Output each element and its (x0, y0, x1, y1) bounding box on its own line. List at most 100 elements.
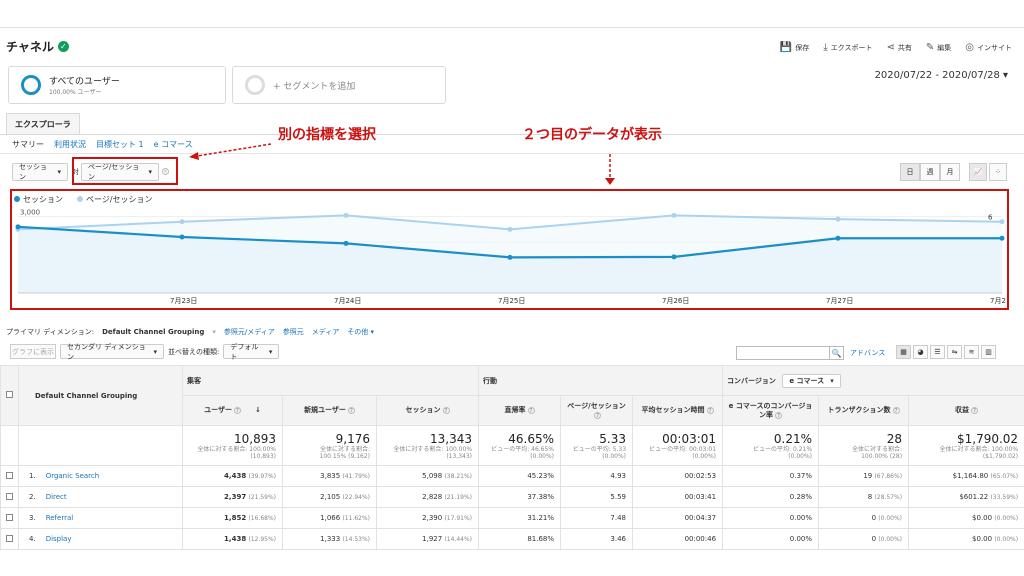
sessions-point[interactable] (343, 240, 349, 246)
channel-link[interactable]: Referral (46, 514, 74, 522)
metric-value: 0 (871, 514, 877, 522)
toolbar-save-button[interactable]: 💾 保存 (780, 42, 809, 53)
secondary-dimension-dropdown[interactable]: セカンダリ ディメンション ▾ (60, 343, 164, 361)
column-header-3[interactable]: 直帰率? (478, 395, 562, 426)
help-icon[interactable]: ? (234, 407, 241, 414)
pps-point[interactable] (343, 212, 349, 218)
metric-cell: 5,098 (38.21%) (375, 465, 480, 487)
tab-explorer[interactable]: エクスプローラ (6, 113, 80, 135)
toolbar-insight-button[interactable]: ◎ インサイト (965, 42, 1012, 53)
row-checkbox-cell (0, 486, 19, 508)
channel-link[interactable]: Display (46, 535, 72, 543)
pivot-view-icon[interactable]: ▥ (981, 345, 996, 359)
x-tick: 7月24日 (334, 297, 361, 305)
metric2-dropdown[interactable]: ページ/セッション ▾ (81, 163, 159, 181)
remove-metric-icon[interactable]: × (162, 168, 169, 175)
pps-point[interactable] (835, 216, 841, 222)
comparison-view-icon[interactable]: ⇋ (947, 345, 962, 359)
metric-cell: 3.46 (560, 528, 634, 550)
dimension-source[interactable]: 参照元 (283, 327, 304, 337)
toolbar-share-button[interactable]: ⋖ 共有 (886, 42, 911, 53)
column-header-label: ユーザー (204, 406, 232, 414)
channel-link[interactable]: Organic Search (46, 472, 100, 480)
subtab-1[interactable]: 利用状況 (54, 139, 86, 150)
motion-chart-icon[interactable]: ⁘ (989, 163, 1007, 181)
metric-cell: 81.68% (478, 528, 562, 550)
metric1-dropdown[interactable]: セッション ▾ (12, 163, 68, 181)
toolbar-label: エクスポート (830, 43, 873, 52)
table-view-icon[interactable]: ▦ (896, 345, 911, 359)
period-button-2[interactable]: 月 (940, 163, 960, 181)
dimension-other-label: その他 (347, 328, 369, 336)
sessions-point[interactable] (15, 224, 21, 230)
totals-spacer (18, 425, 183, 466)
column-header-8[interactable]: 収益? (908, 395, 1024, 426)
search-icon[interactable]: 🔍 (829, 347, 843, 359)
column-header-7[interactable]: トランザクション数? (818, 395, 910, 426)
term-cloud-icon[interactable]: ≋ (964, 345, 979, 359)
dimension-current[interactable]: Default Channel Grouping (102, 328, 204, 336)
add-segment-ring-icon (245, 75, 265, 95)
row-index: 2. (29, 493, 36, 501)
period-button-1[interactable]: 週 (920, 163, 940, 181)
toolbar-edit-button[interactable]: ✎ 編集 (926, 42, 951, 53)
help-icon[interactable]: ? (347, 407, 355, 414)
column-header-5[interactable]: 平均セッション時間? (632, 395, 724, 426)
metric-cell: $0.00 (0.00%) (908, 507, 1024, 529)
date-range-picker[interactable]: 2020/07/22 - 2020/07/28 ▾ (875, 70, 1008, 81)
sessions-point[interactable] (179, 234, 185, 240)
add-segment-button[interactable]: + セグメントを追加 (232, 66, 446, 104)
line-chart-icon[interactable]: 📈 (969, 163, 987, 181)
column-header-0[interactable]: ユーザー? ↓ (182, 395, 283, 426)
column-header-6[interactable]: e コマースのコンバージョン率? (722, 395, 820, 426)
pps-point[interactable] (179, 219, 185, 225)
dimension-source-medium[interactable]: 参照元/メディア (224, 327, 275, 337)
toolbar-export-button[interactable]: ⤓ エクスポート (823, 42, 872, 53)
row-checkbox[interactable] (6, 534, 13, 542)
subtab-2[interactable]: 目標セット 1 (96, 139, 144, 150)
pps-point[interactable] (671, 212, 677, 218)
row-checkbox[interactable] (6, 471, 13, 479)
pps-point[interactable] (507, 226, 513, 232)
row-checkbox[interactable] (6, 513, 13, 521)
sessions-point[interactable] (671, 254, 677, 260)
pie-view-icon[interactable]: ◕ (913, 345, 928, 359)
help-icon[interactable]: ? (971, 407, 979, 414)
performance-view-icon[interactable]: ☰ (930, 345, 945, 359)
share-icon: ⋖ (886, 42, 895, 53)
row-checkbox[interactable] (6, 492, 13, 500)
column-header-label: 直帰率 (504, 406, 526, 414)
total-cell: 10,893 全体に対する割合: 100.00% (10,893) (182, 425, 283, 466)
select-all-checkbox[interactable] (6, 391, 13, 398)
column-header-1[interactable]: 新規ユーザー? (282, 395, 377, 426)
plot-rows-button[interactable]: グラフに表示 (10, 344, 56, 359)
help-icon[interactable]: ? (892, 407, 900, 414)
column-header-2[interactable]: セッション? (375, 395, 480, 426)
dim-header[interactable]: Default Channel Grouping (18, 365, 183, 426)
column-header-4[interactable]: ページ/セッション? (560, 395, 634, 426)
help-icon[interactable]: ? (527, 407, 535, 414)
sort-dropdown[interactable]: デフォルト ▾ (223, 343, 280, 361)
sort-label: 並べ替えの種類: (168, 347, 220, 356)
sessions-point[interactable] (507, 254, 513, 260)
metric-value: $0.00 (972, 535, 993, 543)
help-icon[interactable]: ? (706, 407, 714, 414)
report-toolbar: 💾 保存 ⤓ エクスポート ⋖ 共有 ✎ 編集 ◎ インサイト (780, 42, 1012, 53)
help-icon[interactable]: ? (594, 411, 602, 419)
pps-point[interactable] (999, 219, 1005, 225)
row-index: 3. (29, 514, 36, 522)
sessions-point[interactable] (835, 235, 841, 241)
advanced-filter-link[interactable]: アドバンス (850, 348, 885, 358)
sessions-point[interactable] (999, 235, 1005, 241)
subtab-0[interactable]: サマリー (12, 139, 44, 150)
help-icon[interactable]: ? (775, 411, 783, 419)
table-search-input[interactable]: 🔍 (736, 346, 844, 360)
channel-link[interactable]: Direct (46, 493, 67, 501)
total-sub: (0.00%) (788, 452, 813, 460)
dimension-medium[interactable]: メディア (312, 327, 340, 337)
period-button-0[interactable]: 日 (900, 163, 920, 181)
help-icon[interactable]: ? (442, 407, 450, 414)
conversion-select[interactable]: e コマース ▾ (782, 373, 841, 388)
dimension-other[interactable]: その他 ▾ (347, 327, 374, 337)
segment-all-users[interactable]: すべてのユーザー 100.00% ユーザー (8, 66, 226, 104)
